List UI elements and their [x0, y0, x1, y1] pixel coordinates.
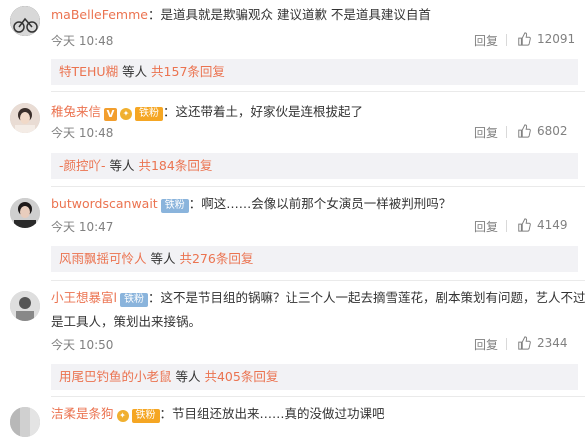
comment-time: 今天 10:48: [51, 126, 114, 140]
reply-button[interactable]: 回复: [474, 336, 498, 353]
comment-username[interactable]: 洁柔是条狗: [51, 406, 114, 421]
fan-badge: 铁粉: [135, 107, 164, 121]
replies-middle-text: 等人: [146, 251, 180, 266]
replies-middle-text: 等人: [171, 369, 205, 384]
comment-text-continued: 是工具人，策划出来接锅。: [51, 314, 202, 329]
replies-total[interactable]: 共405条回复: [204, 369, 278, 384]
comment-text: ：这还带着土，好家伙是连根拔起了: [163, 104, 364, 119]
fan-badge: 铁粉: [119, 293, 148, 307]
replies-summary[interactable]: -颜控吖- 等人 共184条回复: [51, 153, 578, 179]
divider: [506, 34, 507, 46]
comment-item: 小王想暴富l 铁粉 ：这不是节目组的锅嘛？让三个人一起去摘雪莲花，剧本策划有问题，艺…: [0, 281, 585, 393]
thumbs-up-icon[interactable]: [517, 32, 531, 46]
replies-total[interactable]: 共157条回复: [151, 64, 225, 79]
divider: [506, 338, 507, 350]
avatar[interactable]: [10, 291, 40, 321]
verified-badge: V: [104, 108, 118, 121]
replies-summary[interactable]: 用尾巴钓鱼的小老鼠 等人 共405条回复: [51, 364, 578, 390]
like-count: 2344: [537, 336, 568, 350]
replies-summary[interactable]: 风雨飘摇可怜人 等人 共276条回复: [51, 246, 578, 272]
comment-username[interactable]: butwordscanwait: [51, 196, 158, 211]
comment-item: maBelleFemme：是道具就是欺骗观众 建议道歉 不是道具建议自首 今天 …: [0, 0, 585, 92]
replies-middle-text: 等人: [118, 64, 152, 79]
thumbs-up-icon[interactable]: [517, 336, 531, 350]
comment-time: 今天 10:47: [51, 220, 114, 234]
comment-username[interactable]: 小王想暴富l: [51, 290, 117, 305]
reply-author[interactable]: 风雨飘摇可怜人: [59, 251, 147, 266]
fan-badge: 铁粉: [131, 409, 160, 423]
reply-author[interactable]: 用尾巴钓鱼的小老鼠: [59, 369, 172, 384]
comment-feed: maBelleFemme：是道具就是欺骗观众 建议道歉 不是道具建议自首 今天 …: [0, 0, 585, 437]
replies-total[interactable]: 共276条回复: [179, 251, 253, 266]
divider: [506, 220, 507, 232]
replies-total[interactable]: 共184条回复: [138, 158, 212, 173]
comment-time: 今天 10:50: [51, 338, 114, 352]
avatar[interactable]: [10, 407, 40, 437]
reply-button[interactable]: 回复: [474, 124, 498, 141]
comment-text: ：节目组还放出来……真的没做过功课吧: [159, 406, 385, 421]
avatar[interactable]: [10, 6, 40, 36]
thumbs-up-icon[interactable]: [517, 218, 531, 232]
comment-text: ：啊这……会像以前那个女演员一样被判刑吗？: [188, 196, 452, 211]
comment-item: 洁柔是条狗 ✦ 铁粉 ：节目组还放出来……真的没做过功课吧: [0, 397, 585, 437]
thumbs-up-icon[interactable]: [517, 124, 531, 138]
reply-button[interactable]: 回复: [474, 32, 498, 49]
comment-item: 稚兔来信 V ✦ 铁粉 ：这还带着土，好家伙是连根拔起了 今天 10:48 回复 680…: [0, 92, 585, 184]
avatar[interactable]: [10, 103, 40, 133]
reply-button[interactable]: 回复: [474, 218, 498, 235]
comment-username[interactable]: 稚兔来信: [51, 104, 101, 119]
fan-badge: 铁粉: [160, 199, 189, 213]
comment-text: ：是道具就是欺骗观众 建议道歉 不是道具建议自首: [147, 7, 431, 22]
comment-item: butwordscanwait 铁粉 ：啊这……会像以前那个女演员一样被判刑吗？ 今…: [0, 187, 585, 279]
reply-author[interactable]: -颜控吖-: [59, 158, 106, 173]
comment-username[interactable]: maBelleFemme: [51, 7, 148, 22]
like-count: 12091: [537, 32, 576, 46]
avatar[interactable]: [10, 198, 40, 228]
like-count: 6802: [537, 124, 568, 138]
fan-level-icon: ✦: [120, 108, 133, 120]
comment-text: ：这不是节目组的锅嘛？让三个人一起去摘雪莲花，剧本策划有问题，艺人不过: [147, 290, 585, 305]
replies-summary[interactable]: 特TEHU糊 等人 共157条回复: [51, 59, 578, 85]
replies-middle-text: 等人: [105, 158, 139, 173]
fan-level-icon: ✦: [116, 410, 129, 422]
reply-author[interactable]: 特TEHU糊: [59, 64, 118, 79]
comment-time: 今天 10:48: [51, 34, 114, 48]
like-count: 4149: [537, 218, 568, 232]
divider: [506, 126, 507, 138]
